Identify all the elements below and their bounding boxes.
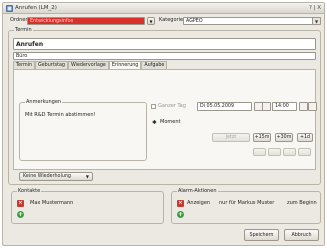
subject-field[interactable]: Anrufen [13,38,316,50]
small-button-2[interactable] [268,148,281,156]
category-label: Kategorie [159,17,184,23]
small-button-3[interactable] [283,148,296,156]
chevron-down-icon: ▼ [85,174,89,179]
subject-value: Anrufen [16,41,44,48]
cancel-button[interactable]: Abbruch [284,229,319,241]
notes-group-title: Anmerkungen [25,99,63,106]
contact-name: Max Mustermann [30,200,74,206]
folder-select[interactable]: Entwicklungsinfos [27,17,145,25]
category-value: AGPEO [186,19,203,24]
notes-group: Anmerkungen [19,99,147,161]
appointment-dialog: Anrufen (LM_2) ? | X Ordner Entwicklungs… [2,2,325,246]
alarm-actions-group-title: Alarm-Aktionen [177,188,218,195]
folder-dropdown-button[interactable]: ▼ [147,17,155,25]
calendar-icon[interactable] [262,102,271,111]
moment-star-icon: ✱ [152,120,157,126]
location-field[interactable]: Büro [13,52,316,60]
tab-termin[interactable]: Termin [13,61,35,69]
plus-1d-button[interactable]: +1d [297,133,313,142]
alarm-actions-group: Alarm-Aktionen [171,188,321,224]
appointment-group-title: Termin [14,27,33,34]
remove-alarm-icon[interactable]: × [177,200,184,207]
add-alarm-icon[interactable]: + [177,211,184,218]
plus-15m-button[interactable]: +15m [253,133,271,142]
moment-label: Moment [160,119,181,125]
time-spinner-button[interactable] [299,102,308,111]
small-button-1[interactable] [253,148,266,156]
window-title: Anrufen (LM_2) [15,5,57,11]
save-button[interactable]: Speichern [244,229,279,241]
folder-value: Entwicklungsinfos [30,19,74,24]
contacts-group: Kontakte [11,188,164,224]
all-day-label: Ganzer Tag [158,103,186,109]
folder-label: Ordner [10,17,28,23]
date-value: Di 05.05.2009 [200,104,235,109]
date-field[interactable]: Di 05.05.2009 [197,102,252,111]
clock-icon[interactable] [308,102,317,111]
repeat-value: Keine Wiederholung [23,174,71,179]
alarm-timing: zum Beginn [287,200,317,206]
now-button[interactable]: Jetzt [212,133,250,142]
title-bar: Anrufen (LM_2) ? | X [3,3,324,14]
repeat-select[interactable]: Keine Wiederholung ▼ [19,172,93,181]
tab-aufgabe[interactable]: Aufgabe [141,61,168,69]
add-contact-icon[interactable]: + [17,211,24,218]
appointment-tabs: Termin Geburtstag Wiedervorlage Erinneru… [13,61,168,69]
alarm-action: Anzeigen [187,200,211,206]
tab-erinnerung[interactable]: Erinnerung [108,61,142,69]
alarm-scope: nur für Markus Muster [219,200,275,206]
app-icon [6,5,13,12]
notes-text[interactable]: Mit R&D Termin abstimmen! [25,112,96,119]
time-field[interactable]: 14:00 [272,102,297,111]
time-value: 14:00 [275,104,289,109]
tab-geburtstag[interactable]: Geburtstag [35,61,68,69]
chevron-down-icon: ▼ [149,19,153,24]
remove-contact-icon[interactable]: × [17,200,24,207]
chevron-down-icon[interactable]: ▼ [312,18,320,24]
location-value: Büro [16,54,28,59]
tab-wiedervorlage[interactable]: Wiedervorlage [67,61,109,69]
all-day-checkbox[interactable] [151,104,156,109]
plus-30m-button[interactable]: +30m [275,133,293,142]
category-select[interactable]: AGPEO ▼ [183,17,321,25]
window-controls[interactable]: ? | X [309,5,321,11]
contacts-group-title: Kontakte [17,188,42,195]
small-button-4[interactable] [298,148,311,156]
